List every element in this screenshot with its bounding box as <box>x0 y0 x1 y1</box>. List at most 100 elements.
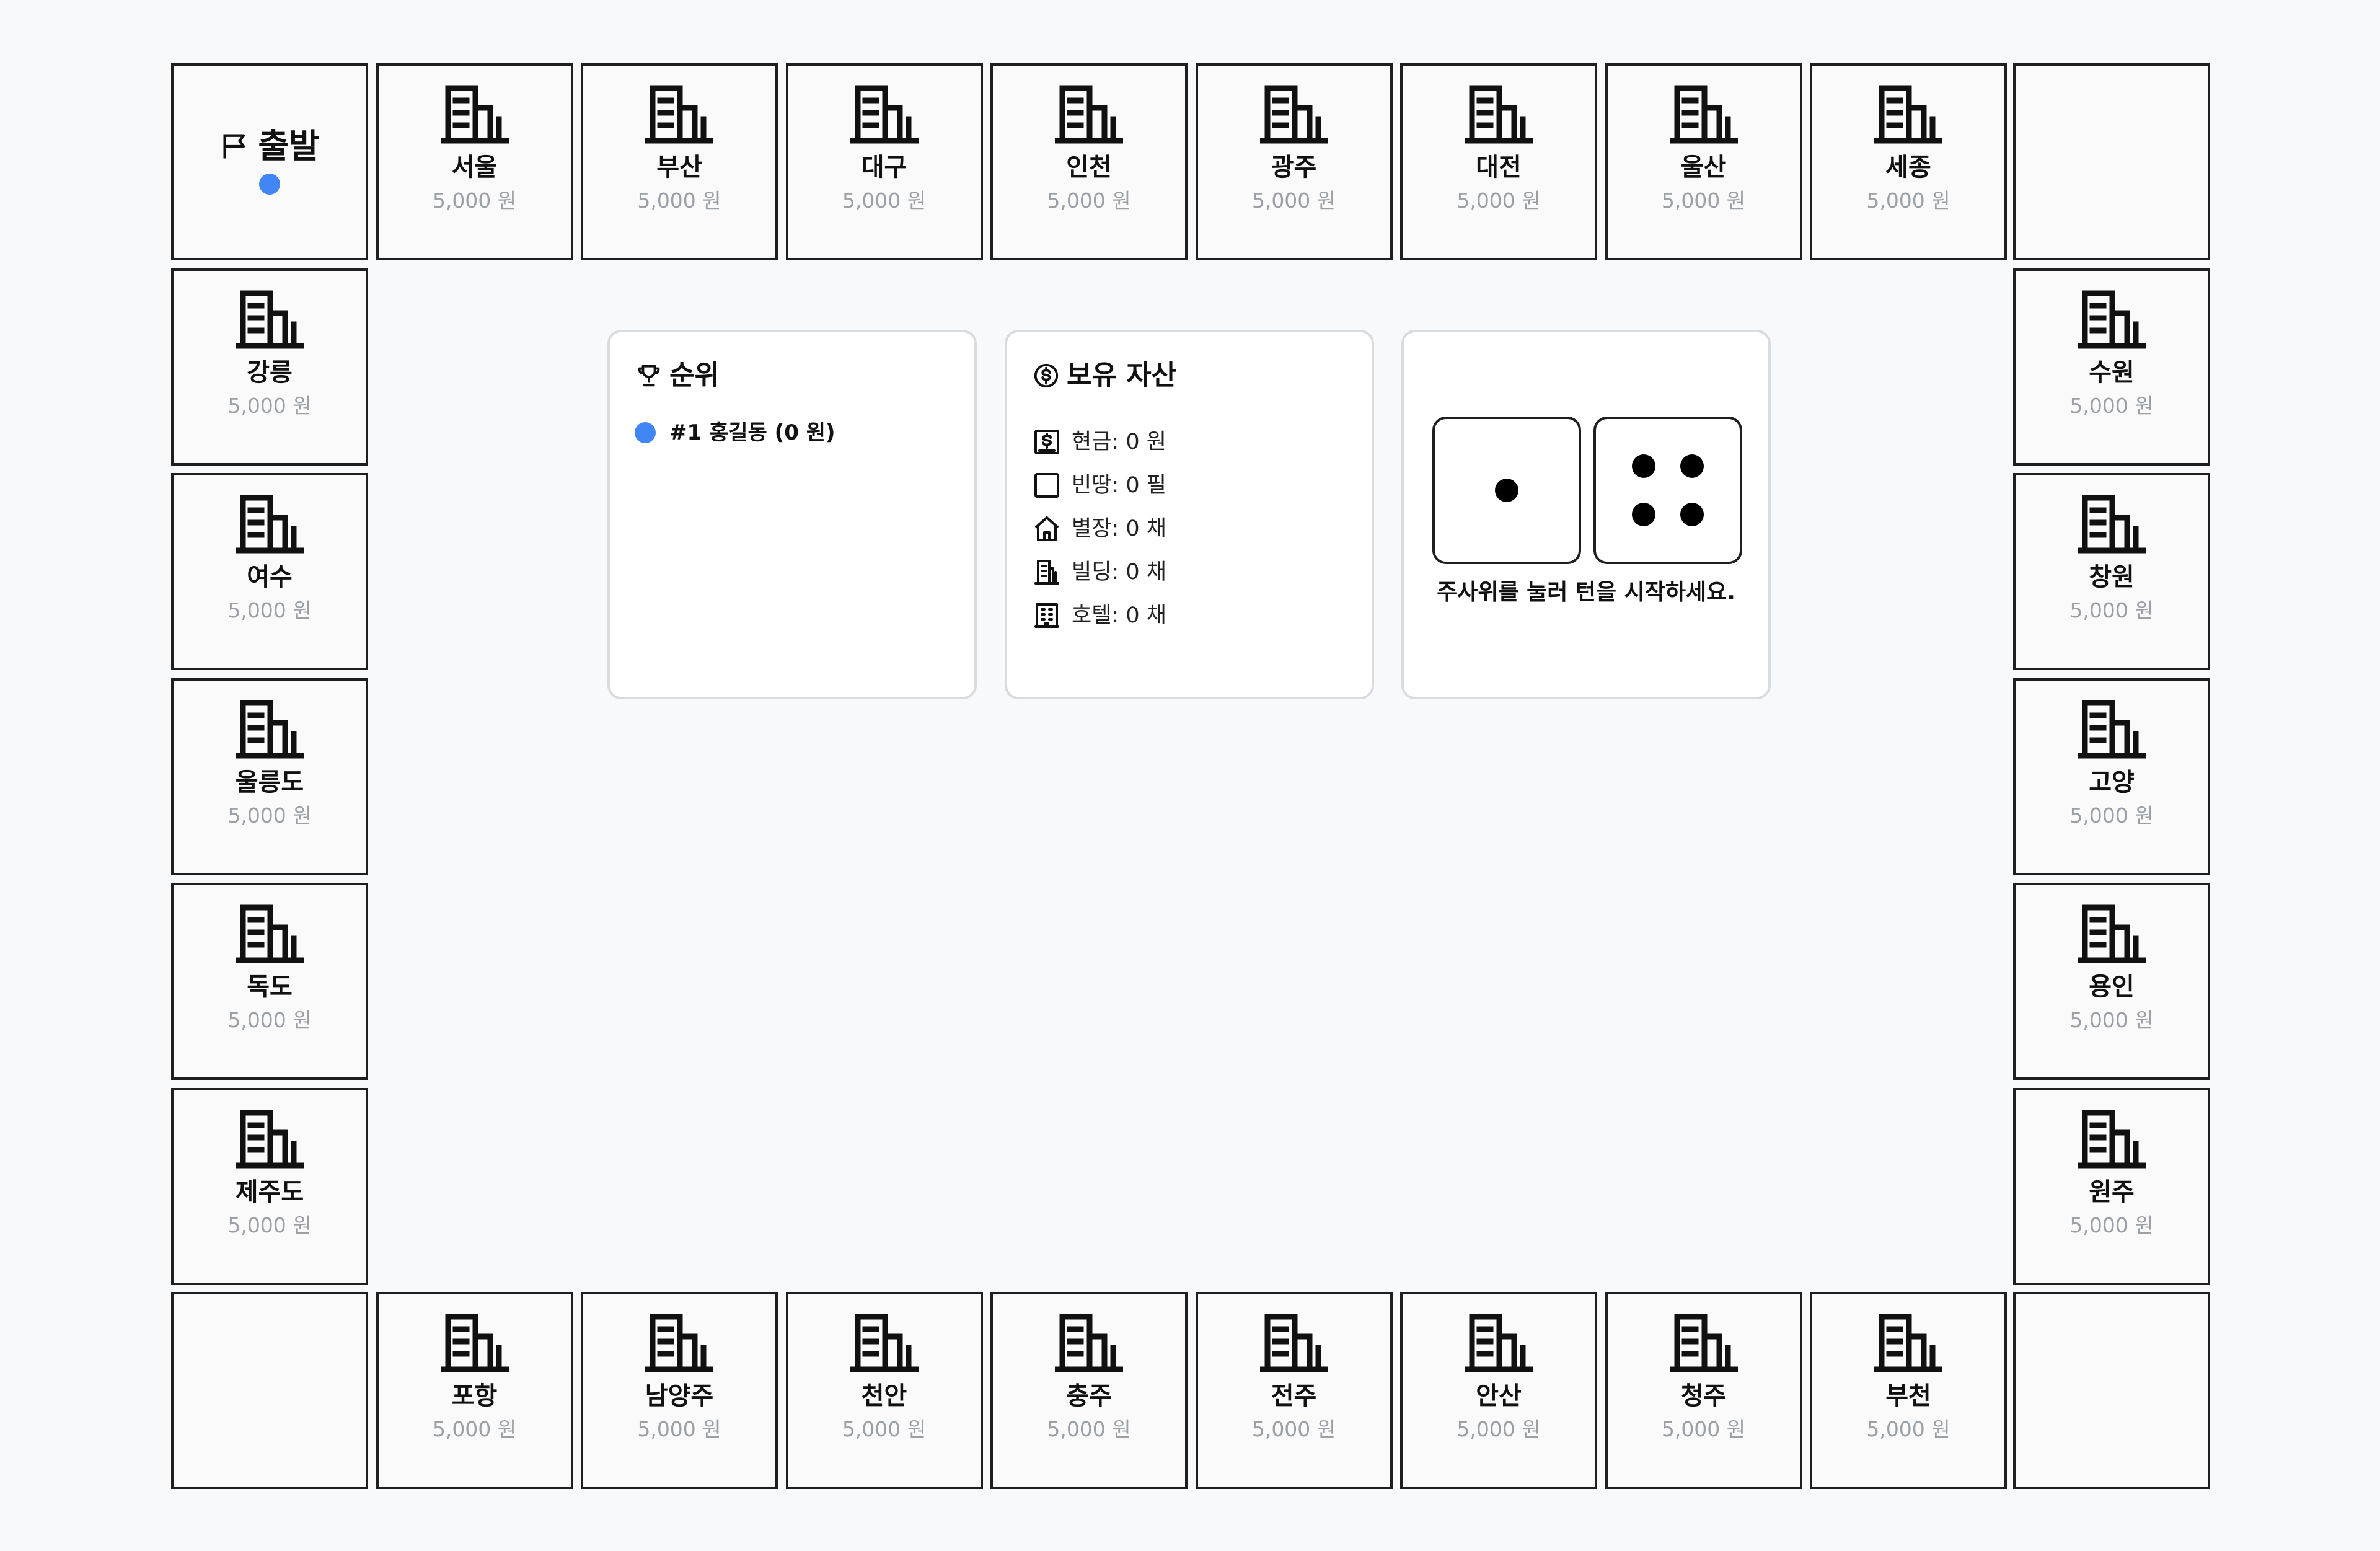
house-icon <box>1034 516 1059 541</box>
building-icon <box>236 495 304 554</box>
city-cell[interactable]: 세종 5,000 원 <box>1810 63 2007 260</box>
assets-title: 보유 자산 <box>1067 360 1177 391</box>
city-cell[interactable]: 창원 5,000 원 <box>2013 473 2210 670</box>
city-name: 남양주 <box>645 1382 714 1410</box>
building-icon <box>645 1314 713 1372</box>
city-price: 5,000 원 <box>1661 1417 1746 1441</box>
city-cell[interactable]: 독도 5,000 원 <box>171 883 368 1080</box>
building-icon <box>236 700 304 758</box>
player-color-dot <box>635 422 656 443</box>
die-2[interactable] <box>1593 417 1742 564</box>
city-name: 청주 <box>1680 1382 1727 1410</box>
city-price: 5,000 원 <box>2069 1008 2154 1032</box>
city-price: 5,000 원 <box>1047 1417 1131 1441</box>
city-cell[interactable]: 강릉 5,000 원 <box>171 268 368 466</box>
ranking-panel: 순위 #1 홍길동 (0 원) <box>607 330 977 699</box>
city-cell[interactable]: 부천 5,000 원 <box>1810 1292 2007 1489</box>
city-cell[interactable]: 안산 5,000 원 <box>1400 1292 1597 1489</box>
city-price: 5,000 원 <box>1866 1417 1950 1441</box>
building-icon <box>1259 85 1328 144</box>
city-price: 5,000 원 <box>1251 1417 1336 1441</box>
cash-icon <box>1034 430 1059 454</box>
city-cell[interactable]: 서울 5,000 원 <box>376 63 573 260</box>
building-icon <box>1465 85 1533 144</box>
city-cell[interactable]: 부산 5,000 원 <box>581 63 778 260</box>
city-price: 5,000 원 <box>227 1213 312 1237</box>
city-price: 5,000 원 <box>1251 188 1336 213</box>
corner-cell-bottom-right <box>2013 1292 2210 1489</box>
dice-panel: 주사위를 눌러 턴을 시작하세요. <box>1401 330 1771 699</box>
start-cell: 출발 <box>171 63 368 260</box>
city-price: 5,000 원 <box>637 1417 721 1441</box>
city-cell[interactable]: 전주 5,000 원 <box>1195 1292 1393 1489</box>
building-icon <box>236 904 304 963</box>
building-icon <box>1055 85 1123 144</box>
city-cell[interactable]: 대전 5,000 원 <box>1400 63 1597 260</box>
asset-cash: 현금: 0 원 <box>1032 420 1166 464</box>
asset-building: 빌딩: 0 채 <box>1032 550 1166 594</box>
city-name: 수원 <box>2089 358 2135 387</box>
city-cell[interactable]: 천안 5,000 원 <box>785 1292 983 1489</box>
die-1[interactable] <box>1432 417 1581 564</box>
city-price: 5,000 원 <box>2069 393 2154 418</box>
trophy-icon <box>638 365 660 387</box>
city-cell[interactable]: 광주 5,000 원 <box>1195 63 1393 260</box>
player-token <box>259 174 280 195</box>
city-price: 5,000 원 <box>1661 188 1746 213</box>
city-cell[interactable]: 인천 5,000 원 <box>990 63 1188 260</box>
city-name: 부천 <box>1885 1382 1931 1410</box>
city-name: 울산 <box>1680 153 1727 182</box>
city-price: 5,000 원 <box>1457 188 1541 213</box>
city-cell[interactable]: 고양 5,000 원 <box>2013 678 2210 875</box>
city-cell[interactable]: 청주 5,000 원 <box>1605 1292 1802 1489</box>
asset-building-text: 빌딩: 0 채 <box>1072 560 1166 585</box>
building-icon <box>2078 1110 2146 1168</box>
city-price: 5,000 원 <box>2069 803 2154 828</box>
city-cell[interactable]: 대구 5,000 원 <box>785 63 983 260</box>
die-pip <box>1680 454 1704 478</box>
city-name: 용인 <box>2089 973 2135 1001</box>
die-pip <box>1680 503 1704 527</box>
city-name: 세종 <box>1885 153 1931 182</box>
die-pip <box>1495 479 1518 502</box>
city-price: 5,000 원 <box>637 188 721 213</box>
city-name: 부산 <box>656 153 702 182</box>
hotel-icon <box>1034 603 1059 628</box>
city-name: 원주 <box>2089 1177 2135 1206</box>
city-name: 전주 <box>1271 1382 1317 1410</box>
city-price: 5,000 원 <box>227 1008 312 1032</box>
city-cell[interactable]: 남양주 5,000 원 <box>581 1292 778 1489</box>
building-icon <box>850 85 919 144</box>
dice-message: 주사위를 눌러 턴을 시작하세요. <box>1437 580 1735 605</box>
building-icon <box>2078 290 2146 348</box>
city-price: 5,000 원 <box>227 393 312 418</box>
asset-list: 현금: 0 원 빈땅: 0 필 별장: 0 채 빌딩: 0 채 호텔: 0 채 <box>1032 420 1166 637</box>
game-board: 출발 순위 #1 홍길동 (0 원) 보유 자산 현금: 0 원 빈땅: 0 필… <box>171 63 2210 1489</box>
city-name: 강릉 <box>247 358 293 387</box>
city-cell[interactable]: 제주도 5,000 원 <box>171 1087 368 1285</box>
city-cell[interactable]: 충주 5,000 원 <box>990 1292 1188 1489</box>
city-cell[interactable]: 용인 5,000 원 <box>2013 883 2210 1080</box>
city-name: 제주도 <box>235 1177 304 1206</box>
building-icon <box>850 1314 919 1372</box>
building-icon <box>1669 1314 1738 1372</box>
building-icon <box>1055 1314 1123 1372</box>
city-cell[interactable]: 울릉도 5,000 원 <box>171 678 368 875</box>
city-cell[interactable]: 원주 5,000 원 <box>2013 1087 2210 1285</box>
building-icon <box>236 1110 304 1168</box>
building-icon <box>2078 495 2146 554</box>
city-price: 5,000 원 <box>1457 1417 1541 1441</box>
asset-cash-text: 현금: 0 원 <box>1072 430 1166 454</box>
city-price: 5,000 원 <box>432 188 517 213</box>
city-cell[interactable]: 포항 5,000 원 <box>376 1292 573 1489</box>
city-cell[interactable]: 울산 5,000 원 <box>1605 63 1802 260</box>
asset-hotel-text: 호텔: 0 채 <box>1072 603 1166 628</box>
city-cell[interactable]: 수원 5,000 원 <box>2013 268 2210 466</box>
city-cell[interactable]: 여수 5,000 원 <box>171 473 368 670</box>
city-name: 여수 <box>247 563 293 591</box>
building-icon <box>1874 1314 1942 1372</box>
city-price: 5,000 원 <box>842 188 927 213</box>
city-name: 독도 <box>247 973 293 1001</box>
city-name: 고양 <box>2089 767 2135 797</box>
building-icon <box>2078 700 2146 758</box>
